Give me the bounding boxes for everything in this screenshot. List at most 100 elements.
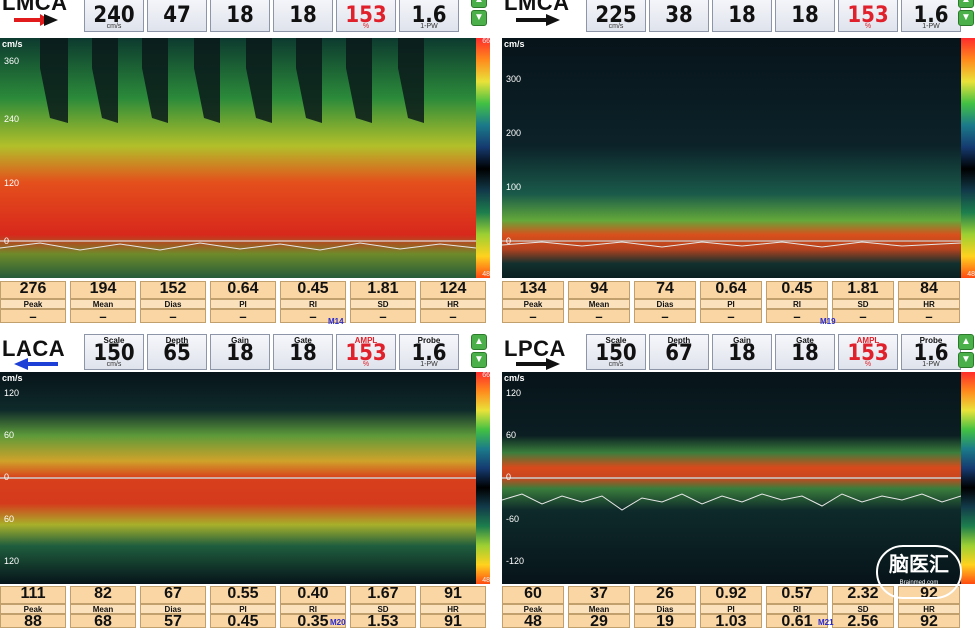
chevron-up-icon[interactable]: ▲ — [958, 0, 974, 8]
chevron-up-icon[interactable]: ▲ — [471, 0, 487, 8]
sd-value: 1.67 — [350, 586, 416, 604]
chevron-up-icon[interactable]: ▲ — [958, 334, 974, 350]
gate-param[interactable]: 18 — [273, 0, 333, 32]
mean-value: 37 — [568, 586, 630, 604]
chevron-down-icon[interactable]: ▼ — [958, 10, 974, 26]
peak-value: 60 — [502, 586, 564, 604]
probe-param[interactable]: Probe 1.6 1-PW — [901, 334, 961, 370]
tick-label: 120 — [4, 178, 20, 188]
dias-value: 152 — [140, 281, 206, 299]
ampl-param[interactable]: AMPL 153% — [838, 334, 898, 370]
depth-param[interactable]: 38 — [649, 0, 709, 32]
probe-param[interactable]: 1.6 1-PW — [399, 0, 459, 32]
probe-param[interactable]: 1.6 1-PW — [901, 0, 961, 32]
depth-param[interactable]: Depth 65 — [147, 334, 207, 370]
direction-arrow-icon — [516, 358, 560, 370]
color-scale-bar — [961, 372, 975, 584]
dias-value: 26 — [634, 586, 696, 604]
ri-value: 0.45 — [280, 281, 346, 299]
scale-param[interactable]: Scale 150 cm/s — [84, 334, 144, 370]
result-second-row: 88 68 57 0.45 0.35 1.53 91 — [0, 614, 490, 630]
scale-param[interactable]: 225 cm/s — [586, 0, 646, 32]
scroll-buttons: ▲ ▼ — [470, 0, 488, 28]
panel-header: LACA Scale 150 cm/s Depth 65 Gain 18 Gate 18 … — [0, 334, 492, 372]
dias-label: Dias — [140, 299, 206, 309]
pi-value: 0.64 — [700, 281, 762, 299]
measurement-results: 276 194 152 0.64 0.45 1.81 124 Peak Mean… — [0, 281, 490, 325]
hr-label: HR — [420, 299, 486, 309]
pi-label: PI — [210, 299, 276, 309]
direction-arrow-icon — [14, 14, 58, 26]
spectrogram-image — [0, 372, 476, 584]
doppler-panel-lmca-1: LMCA 240cm/s 47 18 18 153% 1.61-PW ▲ ▼ — [0, 0, 492, 326]
marker-label: M19 — [820, 317, 836, 326]
ampl-param[interactable]: AMPL 153% — [336, 334, 396, 370]
gain-param[interactable]: 18 — [210, 0, 270, 32]
tick-label: 60 — [506, 430, 517, 440]
ri-label: RI — [280, 299, 346, 309]
tick-label: 120 — [506, 388, 522, 398]
peak-label: Peak — [0, 299, 66, 309]
spectrogram: cm/s 300 200 100 0 — [502, 38, 961, 278]
ri-value: 0.45 — [766, 281, 828, 299]
chevron-down-icon[interactable]: ▼ — [958, 352, 974, 368]
result-second-row: – – – – – – – — [0, 309, 490, 324]
spectrogram-image — [0, 38, 476, 278]
sd-label: SD — [350, 299, 416, 309]
doppler-panel-lmca-2: LMCA 225cm/s 38 18 18 153% 1.61-PW ▲ ▼ — [502, 0, 975, 326]
chevron-down-icon[interactable]: ▼ — [471, 352, 487, 368]
ampl-param[interactable]: 153% — [838, 0, 898, 32]
dias-value: 67 — [140, 586, 206, 604]
brand-watermark: 脑医汇 Brainmed.com — [876, 545, 962, 599]
tick-label: -120 — [506, 556, 525, 566]
tick-label: 0 — [4, 236, 10, 246]
color-scale-bar: 66 48 — [476, 372, 490, 584]
hr-value: 124 — [420, 281, 486, 299]
axis-unit-label: cm/s — [504, 373, 525, 383]
panel-header: LMCA 240cm/s 47 18 18 153% 1.61-PW ▲ ▼ — [0, 0, 492, 34]
probe-param[interactable]: Probe 1.6 1-PW — [399, 334, 459, 370]
result-second-row: – – – – – – – — [502, 309, 964, 324]
tick-label: 240 — [4, 114, 20, 124]
ampl-param[interactable]: 153% — [336, 0, 396, 32]
direction-arrow-icon — [14, 358, 58, 370]
parameter-row: Scale 150 cm/s Depth 67 Gain 18 Gate 18 AMPL 1… — [586, 334, 964, 370]
gate-param[interactable]: Gate 18 — [273, 334, 333, 370]
measurement-results: 134 94 74 0.64 0.45 1.81 84 Peak Mean Di… — [502, 281, 964, 325]
hr-value: 84 — [898, 281, 960, 299]
measurement-results: 111 82 67 0.55 0.40 1.67 91 Peak Mean Di… — [0, 586, 490, 630]
marker-label: M20 — [330, 618, 346, 627]
gate-param[interactable]: 18 — [775, 0, 835, 32]
color-scale-bar: 48 — [961, 38, 975, 278]
gate-param[interactable]: Gate 18 — [775, 334, 835, 370]
axis-unit-label: cm/s — [2, 39, 23, 49]
mean-value: 194 — [70, 281, 136, 299]
spectrogram-image — [502, 38, 961, 278]
sd-value: 1.81 — [832, 281, 894, 299]
chevron-down-icon[interactable]: ▼ — [471, 10, 487, 26]
tick-label: 0 — [506, 472, 512, 482]
parameter-row: 240 cm/s 47 18 18 153% 1.6 1-PW — [84, 0, 462, 32]
result-second-row: 48 29 19 1.03 0.61 2.56 92 — [502, 614, 964, 630]
tick-label: 120 — [4, 556, 20, 566]
spectrogram: cm/s 360 240 120 0 — [0, 38, 476, 278]
gain-param[interactable]: 18 — [712, 0, 772, 32]
depth-param[interactable]: Depth 67 — [649, 334, 709, 370]
pi-value: 0.92 — [700, 586, 762, 604]
scale-param[interactable]: Scale 150 cm/s — [586, 334, 646, 370]
tick-label: 360 — [4, 56, 20, 66]
scale-param[interactable]: 240 cm/s — [84, 0, 144, 32]
gain-param[interactable]: Gain 18 — [712, 334, 772, 370]
chevron-up-icon[interactable]: ▲ — [471, 334, 487, 350]
parameter-row: Scale 150 cm/s Depth 65 Gain 18 Gate 18 AMPL 1… — [84, 334, 462, 370]
depth-param[interactable]: 47 — [147, 0, 207, 32]
panel-header: LMCA 225cm/s 38 18 18 153% 1.61-PW ▲ ▼ — [502, 0, 975, 34]
pi-value: 0.64 — [210, 281, 276, 299]
sd-value: 1.81 — [350, 281, 416, 299]
result-values-row: 134 94 74 0.64 0.45 1.81 84 — [502, 281, 964, 299]
gain-param[interactable]: Gain 18 — [210, 334, 270, 370]
watermark-title: 脑医汇 — [889, 554, 949, 576]
ri-value: 0.57 — [766, 586, 828, 604]
doppler-panel-laca: LACA Scale 150 cm/s Depth 65 Gain 18 Gate 18 … — [0, 334, 492, 630]
peak-value: 134 — [502, 281, 564, 299]
